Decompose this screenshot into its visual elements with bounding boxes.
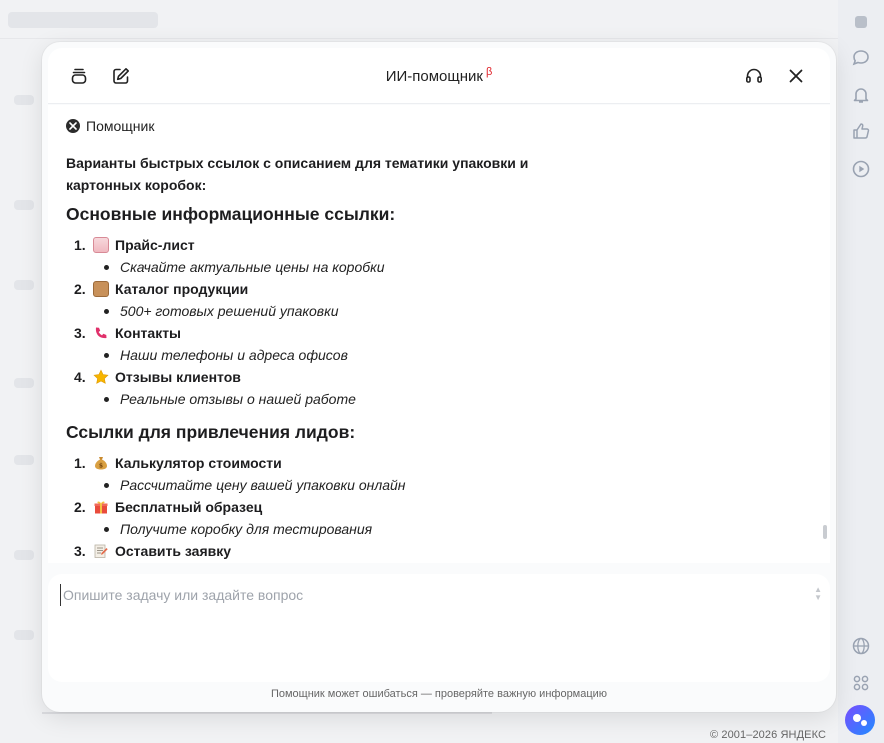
link-title: Оставить заявку — [115, 543, 232, 559]
list-item: 4. Отзывы клиентов Реальные отзывы о наше… — [74, 366, 586, 410]
chat-scrollbar[interactable] — [823, 525, 827, 539]
close-icon — [789, 69, 803, 83]
background-title-blur — [8, 12, 158, 28]
right-rail — [838, 0, 884, 743]
rail-likes-button[interactable] — [847, 117, 875, 145]
list-item: 3. Оставить заявку — [74, 540, 586, 562]
message-content: Варианты быстрых ссылок с описанием для … — [66, 152, 586, 562]
rail-alice-button[interactable] — [844, 704, 876, 736]
rail-messages-button[interactable] — [847, 44, 875, 72]
beta-badge: β — [485, 66, 493, 78]
panel-title: ИИ-помощник β — [48, 66, 830, 85]
assistant-panel: ИИ-помощник β Помощник Варианты быстрых с… — [42, 42, 836, 712]
link-title: Отзывы клиентов — [115, 369, 241, 385]
link-description: Реальные отзывы о нашей работе — [120, 391, 356, 407]
square-icon — [855, 16, 867, 28]
link-list: 1. Прайс-лист Скачайте актуальные цены на… — [66, 234, 586, 410]
memo-icon — [93, 543, 109, 559]
gift-icon — [93, 499, 109, 515]
clipboard-icon — [93, 237, 109, 253]
message-intro: Варианты быстрых ссылок с описанием для … — [66, 155, 529, 193]
link-title: Контакты — [115, 325, 182, 341]
list-item: 1. Прайс-лист Скачайте актуальные цены на… — [74, 234, 586, 278]
star-icon — [93, 369, 109, 385]
link-description: Рассчитайте цену вашей упаковки онлайн — [120, 477, 406, 493]
money-bag-icon: $ — [93, 455, 109, 471]
background-text-blur — [14, 280, 34, 290]
link-title: Каталог продукции — [115, 281, 249, 297]
prompt-input[interactable] — [60, 584, 800, 606]
bell-icon — [853, 88, 869, 103]
link-list: 1. $ Калькулятор стоимости Рассчитайте цен… — [66, 452, 586, 562]
sender-name: Помощник — [86, 118, 155, 134]
background-text-blur — [14, 550, 34, 560]
link-description: Наши телефоны и адреса офисов — [120, 347, 348, 363]
link-description: Скачайте актуальные цены на коробки — [120, 259, 385, 275]
svg-text:$: $ — [99, 463, 103, 470]
rail-video-button[interactable] — [847, 155, 875, 183]
support-button[interactable] — [740, 62, 768, 90]
background-text-blur — [14, 378, 34, 388]
headset-icon — [745, 68, 763, 83]
list-item: 2. Каталог продукции 500+ готовых решений… — [74, 278, 586, 322]
alice-assistant-icon — [845, 705, 875, 735]
grid-icon — [853, 675, 869, 691]
list-item: 3. Контакты Наши телефоны и адреса офисов — [74, 322, 586, 366]
chat-bubble-icon — [852, 50, 869, 66]
copyright-text: © 2001–2026 ЯНДЕКС — [710, 729, 826, 741]
list-item: 1. $ Калькулятор стоимости Рассчитайте цен… — [74, 452, 586, 496]
disclaimer-text: Помощник может ошибаться — проверяйте ва… — [270, 688, 608, 700]
section-heading: Ссылки для привлечения лидов: — [66, 422, 356, 442]
link-description: 500+ готовых решений упаковки — [120, 303, 339, 319]
rail-top-button[interactable] — [847, 8, 875, 36]
rail-globe-button[interactable] — [847, 632, 875, 660]
link-title: Калькулятор стоимости — [115, 455, 282, 471]
message-sender: Помощник — [66, 118, 154, 134]
background-text-blur — [14, 630, 34, 640]
background-divider — [42, 712, 492, 714]
background-text-blur — [14, 455, 34, 465]
link-title: Прайс-лист — [115, 237, 195, 253]
background-text-blur — [14, 200, 34, 210]
link-title: Бесплатный образец — [115, 499, 263, 515]
assistant-avatar-icon — [66, 119, 80, 133]
resize-handle[interactable]: ▲ ▼ — [814, 586, 822, 602]
panel-title-text: ИИ-помощник — [385, 68, 483, 85]
thumbs-up-icon — [853, 123, 870, 139]
close-button[interactable] — [782, 62, 810, 90]
phone-icon — [93, 325, 109, 341]
package-icon — [93, 281, 109, 297]
rail-services-button[interactable] — [847, 669, 875, 697]
play-circle-icon — [852, 160, 870, 178]
background-text-blur — [14, 95, 34, 105]
background-divider — [0, 38, 838, 39]
rail-notifications-button[interactable] — [847, 81, 875, 109]
section-heading: Основные информационные ссылки: — [66, 204, 396, 224]
list-item: 2. Бесплатный образец Получите коробку дл… — [74, 496, 586, 540]
link-description: Получите коробку для тестирования — [120, 521, 373, 537]
chat-area[interactable]: Помощник Варианты быстрых ссылок с описа… — [48, 105, 830, 563]
input-area: ▲▼ — [48, 574, 830, 682]
panel-header: ИИ-помощник β — [48, 48, 830, 104]
globe-icon — [852, 637, 870, 655]
